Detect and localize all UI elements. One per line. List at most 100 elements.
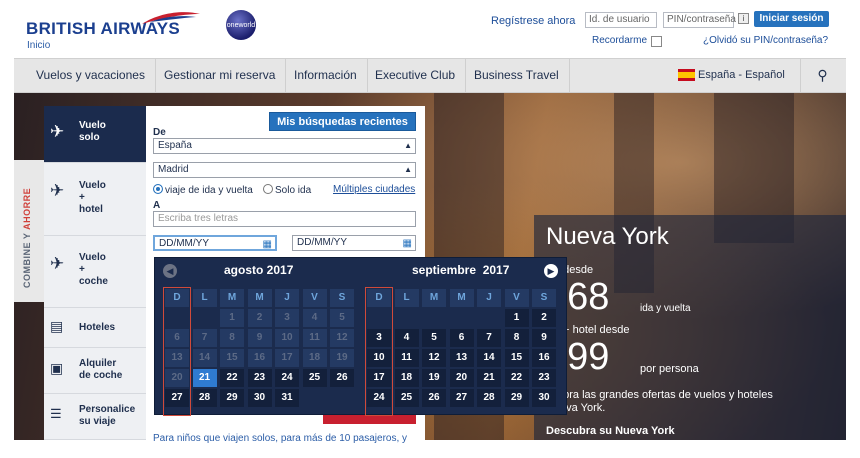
chevron-left-icon[interactable]: ◀	[163, 264, 177, 278]
calendar-day[interactable]: 20	[449, 369, 474, 387]
calendar-day[interactable]: 11	[394, 349, 419, 367]
speedmarque-icon	[142, 12, 200, 24]
calendar-day[interactable]: 30	[532, 389, 556, 407]
calendar-day[interactable]: 22	[220, 369, 244, 387]
calendar-day[interactable]: 4	[394, 329, 419, 347]
month-title: septiembre 2017	[412, 263, 510, 277]
language-selector[interactable]: España - Español	[670, 59, 785, 92]
country-value: España	[158, 140, 192, 151]
home-link[interactable]: Inicio	[27, 40, 50, 51]
calendar-day[interactable]: 21	[192, 369, 217, 387]
return-date-input[interactable]: DD/MM/YY ▦	[292, 235, 416, 251]
promo-cta-link[interactable]: Descubra su Nueva York	[546, 425, 675, 437]
tab-label: Vuelo + hotel	[79, 180, 106, 215]
nav-item-executive-club[interactable]: Executive Club	[365, 59, 467, 92]
calendar-day[interactable]: 12	[422, 349, 446, 367]
sunday-highlight	[163, 287, 191, 416]
language-label: España - Español	[698, 69, 785, 81]
calendar-day: 5	[330, 309, 354, 327]
login-button[interactable]: Iniciar sesión	[754, 11, 829, 27]
footnote-link[interactable]: Para niños que viajen solos, para más de…	[153, 433, 407, 444]
promo-panel[interactable]: Nueva York los desde 468 ida y vuelta lo…	[534, 215, 846, 440]
select-arrow-icon: ▲	[404, 141, 412, 150]
remember-checkbox[interactable]	[651, 36, 662, 47]
tab-customize-trip[interactable]: ☰ Personalice su viaje	[44, 394, 146, 440]
user-id-input[interactable]: Id. de usuario	[585, 12, 657, 28]
nav-item-flights[interactable]: Vuelos y vacaciones	[26, 59, 156, 92]
radio-icon	[263, 184, 273, 194]
calendar-day[interactable]: 21	[477, 369, 501, 387]
nav-item-business-travel[interactable]: Business Travel	[464, 59, 570, 92]
calendar-day[interactable]: 15	[504, 349, 529, 367]
spain-flag-icon	[678, 69, 695, 81]
calendar-day[interactable]: 25	[302, 369, 327, 387]
car-icon: ▣	[50, 360, 64, 376]
calendar-day[interactable]: 29	[504, 389, 529, 407]
calendar-day[interactable]: 9	[532, 329, 556, 347]
calendar-day[interactable]: 27	[449, 389, 474, 407]
from-label: De	[153, 127, 166, 138]
country-select[interactable]: España ▲	[153, 138, 416, 154]
calendar-day: 7	[192, 329, 217, 347]
city-select[interactable]: Madrid ▲	[153, 162, 416, 178]
calendar-day[interactable]: 31	[275, 389, 299, 407]
calendar-day[interactable]: 8	[504, 329, 529, 347]
calendar-day[interactable]: 6	[449, 329, 474, 347]
combine-save-label: COMBINE Y AHORRE	[22, 187, 32, 288]
main-nav: Vuelos y vacaciones Gestionar mi reserva…	[14, 58, 846, 93]
depart-date-input[interactable]: DD/MM/YY ▦	[153, 235, 277, 251]
promo-city: Nueva York	[546, 223, 669, 250]
calendar-day[interactable]: 30	[247, 389, 272, 407]
weekday-header: M	[247, 289, 272, 307]
info-icon[interactable]: i	[738, 13, 749, 24]
return-date-value: DD/MM/YY	[297, 237, 347, 248]
tab-car-rental[interactable]: ▣ Alquiler de coche	[44, 348, 146, 394]
calendar-day[interactable]: 19	[422, 369, 446, 387]
calendar-day[interactable]: 26	[422, 389, 446, 407]
forgot-pin-link[interactable]: ¿Olvidó su PIN/contraseña?	[703, 35, 828, 46]
nav-item-information[interactable]: Información	[284, 59, 368, 92]
multi-city-link[interactable]: Múltiples ciudades	[333, 184, 415, 195]
month-title: agosto 2017	[224, 263, 294, 277]
oneway-label: Solo ida	[275, 185, 312, 196]
weekday-header: L	[394, 289, 419, 307]
calendar-day[interactable]: 26	[330, 369, 354, 387]
calendar-day[interactable]: 2	[532, 309, 556, 327]
calendar-day[interactable]: 28	[192, 389, 217, 407]
tab-flight-car[interactable]: ✈ Vuelo + coche	[44, 236, 146, 308]
search-icon[interactable]: ⚲	[800, 59, 844, 92]
calendar-day[interactable]: 25	[394, 389, 419, 407]
calendar-day[interactable]: 28	[477, 389, 501, 407]
calendar-day[interactable]: 22	[504, 369, 529, 387]
calendar-day: 2	[247, 309, 272, 327]
tab-flight-hotel[interactable]: ✈ Vuelo + hotel	[44, 163, 146, 236]
calendar-day[interactable]: 16	[532, 349, 556, 367]
calendar-day[interactable]: 5	[422, 329, 446, 347]
calendar-icon[interactable]: ▦	[403, 237, 412, 251]
calendar-day[interactable]: 13	[449, 349, 474, 367]
calendar-day[interactable]: 24	[275, 369, 299, 387]
calendar-day[interactable]: 23	[247, 369, 272, 387]
nav-item-manage-booking[interactable]: Gestionar mi reserva	[154, 59, 287, 92]
calendar-icon[interactable]: ▦	[263, 238, 272, 252]
sunday-highlight	[365, 287, 393, 416]
oneway-radio[interactable]: Solo ida	[263, 184, 311, 196]
calendar-day[interactable]: 29	[220, 389, 244, 407]
calendar-day[interactable]: 18	[394, 369, 419, 387]
calendar-day[interactable]: 23	[532, 369, 556, 387]
return-radio[interactable]: viaje de ida y vuelta	[153, 184, 253, 196]
recent-searches-button[interactable]: Mis búsquedas recientes	[269, 112, 416, 131]
plane-bed-icon: ✈	[50, 181, 65, 200]
register-link[interactable]: Regístrese ahora	[491, 15, 575, 27]
calendar-day: 11	[302, 329, 327, 347]
return-label: viaje de ida y vuelta	[165, 185, 253, 196]
calendar-day[interactable]: 7	[477, 329, 501, 347]
pin-input[interactable]: PIN/contraseña	[663, 12, 736, 28]
promo-description: scubra las grandes ofertas de vuelos y h…	[546, 389, 773, 414]
calendar-day[interactable]: 14	[477, 349, 501, 367]
tab-hotels[interactable]: ▤ Hoteles	[44, 308, 146, 348]
tab-flight-only[interactable]: ✈ Vuelo solo	[44, 106, 146, 163]
destination-input[interactable]: Escriba tres letras	[153, 211, 416, 227]
calendar-day[interactable]: 1	[504, 309, 529, 327]
chevron-right-icon[interactable]: ▶	[544, 264, 558, 278]
